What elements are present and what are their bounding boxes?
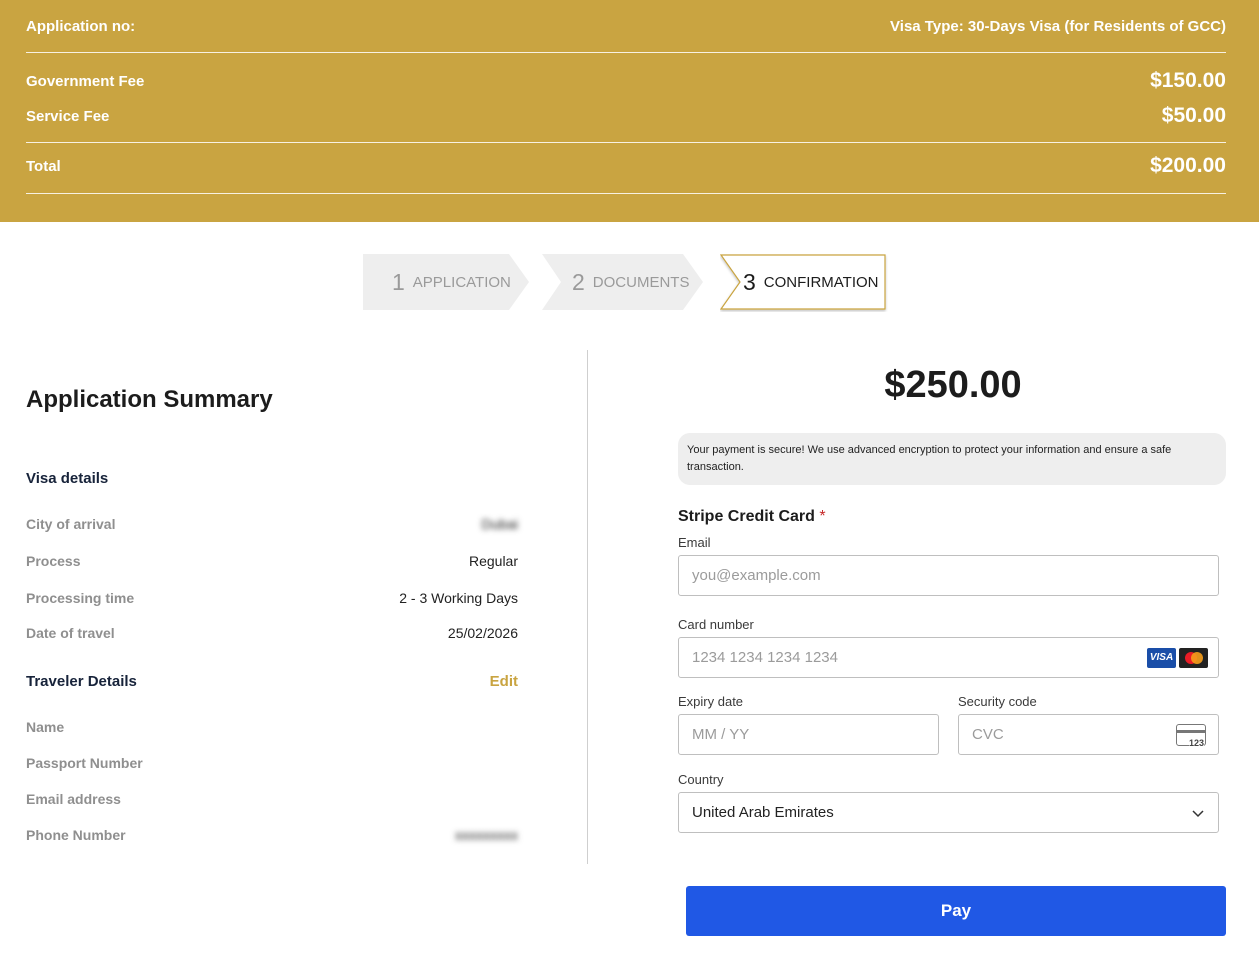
stripe-card-label-text: Stripe Credit Card xyxy=(678,508,815,525)
detail-row: Process Regular xyxy=(26,553,518,569)
pay-button[interactable]: Pay xyxy=(686,886,1226,936)
email-field[interactable]: you@example.com xyxy=(678,555,1219,596)
cvc-placeholder: CVC xyxy=(972,726,1004,743)
step-number: 2 xyxy=(572,268,585,295)
expiry-field[interactable]: MM / YY xyxy=(678,714,939,755)
page-title: Application Summary xyxy=(26,386,273,413)
email-label: Email xyxy=(678,535,711,550)
card-number-placeholder: 1234 1234 1234 1234 xyxy=(692,649,838,666)
fee-label: Government Fee xyxy=(26,72,145,90)
cvc-card-icon: 123 xyxy=(1176,723,1206,748)
total-label: Total xyxy=(26,157,61,175)
header-divider xyxy=(26,193,1226,194)
traveler-row: Passport Number xyxy=(26,755,518,771)
detail-value: 25/02/2026 xyxy=(447,625,518,641)
secure-payment-note: Your payment is secure! We use advanced … xyxy=(678,433,1226,485)
step-documents[interactable]: 2 DOCUMENTS xyxy=(542,254,704,310)
step-number: 1 xyxy=(392,268,405,295)
detail-row: Date of travel 25/02/2026 xyxy=(26,625,518,641)
country-value: United Arab Emirates xyxy=(692,804,834,821)
security-code-field[interactable]: CVC 123 xyxy=(958,714,1219,755)
traveler-label: Phone Number xyxy=(26,827,126,843)
traveler-label: Name xyxy=(26,719,65,735)
expiry-label: Expiry date xyxy=(678,694,744,709)
header-divider xyxy=(26,142,1226,143)
detail-value: 2 - 3 Working Days xyxy=(399,590,518,606)
step-label: APPLICATION xyxy=(412,273,511,291)
fee-value: $50.00 xyxy=(1161,104,1226,127)
country-select[interactable]: United Arab Emirates xyxy=(678,792,1219,833)
total-row: Total $200.00 xyxy=(26,153,1226,179)
traveler-label: Email address xyxy=(26,791,121,807)
detail-label: Process xyxy=(26,553,81,569)
traveler-header-row: Traveler Details Edit xyxy=(26,673,518,690)
required-mark: * xyxy=(819,508,826,525)
step-application[interactable]: 1 APPLICATION xyxy=(363,254,529,310)
payment-amount: $250.00 xyxy=(884,364,1022,406)
email-placeholder: you@example.com xyxy=(692,567,821,584)
country-label: Country xyxy=(678,772,724,787)
visa-type: Visa Type: 30-Days Visa (for Residents o… xyxy=(890,17,1226,35)
expiry-placeholder: MM / YY xyxy=(692,726,750,743)
card-number-label: Card number xyxy=(678,617,754,632)
visa-icon: VISA xyxy=(1147,647,1176,668)
visa-details-title: Visa details xyxy=(26,470,109,487)
traveler-row: Email address xyxy=(26,791,518,807)
security-code-label: Security code xyxy=(958,694,1037,709)
header-divider xyxy=(26,52,1226,53)
step-label: CONFIRMATION xyxy=(763,273,879,291)
traveler-row: Phone Number xxxxxxxxx xyxy=(26,827,518,843)
fee-summary-header: Application no: Visa Type: 30-Days Visa … xyxy=(0,0,1259,222)
traveler-label: Passport Number xyxy=(26,755,143,771)
stripe-card-label: Stripe Credit Card * xyxy=(678,508,826,526)
cvc-icon-number: 123 xyxy=(1188,737,1204,748)
card-brands: VISA xyxy=(1147,647,1208,668)
traveler-value-blurred: xxxxxxxxx xyxy=(455,827,518,843)
column-divider xyxy=(587,350,588,864)
step-confirmation[interactable]: 3 CONFIRMATION xyxy=(720,254,888,310)
step-label: DOCUMENTS xyxy=(592,273,690,291)
card-number-field[interactable]: 1234 1234 1234 1234 VISA xyxy=(678,637,1219,678)
fee-value: $150.00 xyxy=(1150,69,1226,92)
edit-traveler-link[interactable]: Edit xyxy=(490,673,518,690)
fee-row: Service Fee $50.00 xyxy=(26,103,1226,129)
progress-stepper: 1 APPLICATION 2 DOCUMENTS 3 CONFIRMATION xyxy=(363,254,893,310)
detail-label: City of arrival xyxy=(26,516,116,532)
traveler-row: Name xyxy=(26,719,518,735)
step-number: 3 xyxy=(743,268,756,295)
application-row: Application no: Visa Type: 30-Days Visa … xyxy=(26,14,1226,38)
detail-value-blurred: Dubai xyxy=(481,516,518,532)
fee-label: Service Fee xyxy=(26,107,110,125)
fee-row: Government Fee $150.00 xyxy=(26,68,1226,94)
traveler-details-title: Traveler Details xyxy=(26,673,137,690)
detail-row: City of arrival Dubai xyxy=(26,516,518,532)
application-no-label: Application no: xyxy=(26,17,136,35)
detail-label: Processing time xyxy=(26,590,135,606)
detail-row: Processing time 2 - 3 Working Days xyxy=(26,590,518,606)
mastercard-icon xyxy=(1179,647,1208,668)
chevron-down-icon xyxy=(1192,809,1204,817)
total-value: $200.00 xyxy=(1150,154,1226,177)
detail-value: Regular xyxy=(468,553,518,569)
detail-label: Date of travel xyxy=(26,625,115,641)
